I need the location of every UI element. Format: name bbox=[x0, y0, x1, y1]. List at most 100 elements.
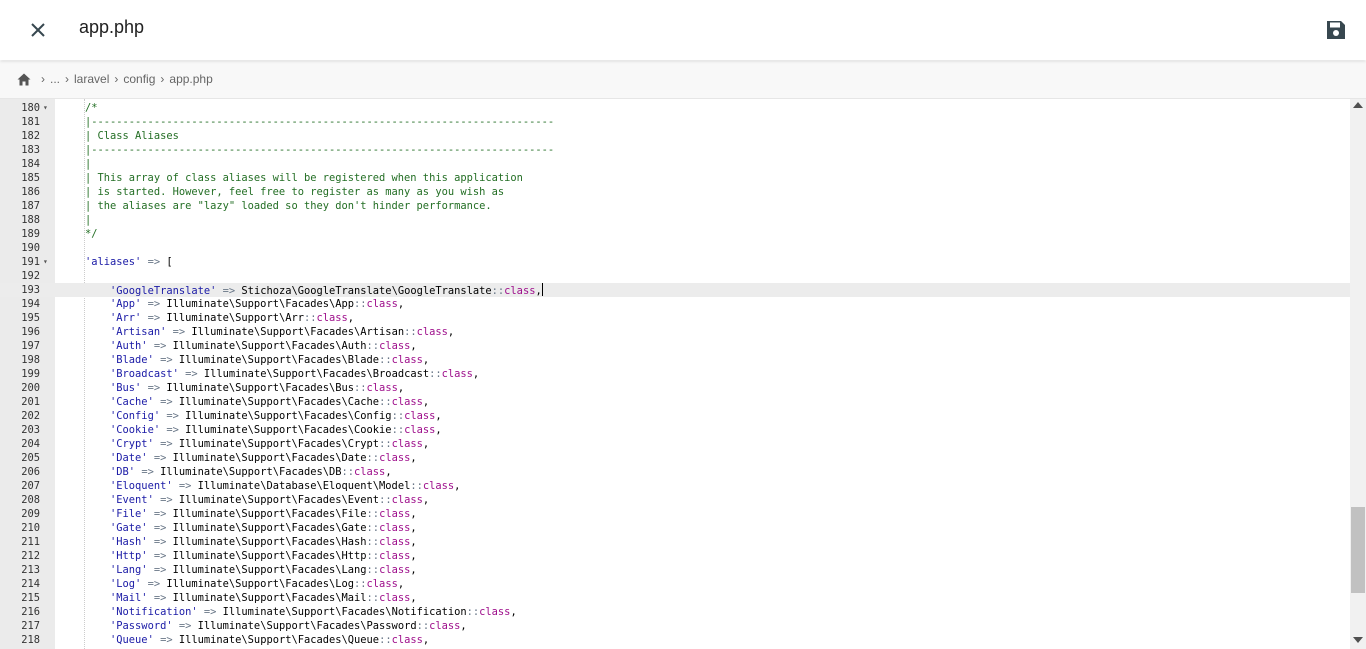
code-line[interactable]: 209 'File' => Illuminate\Support\Facades… bbox=[0, 507, 1350, 521]
code-text: 'Cache' => Illuminate\Support\Facades\Ca… bbox=[110, 396, 430, 408]
code-line[interactable]: 202 'Config' => Illuminate\Support\Facad… bbox=[0, 409, 1350, 423]
code-line[interactable]: 199 'Broadcast' => Illuminate\Support\Fa… bbox=[0, 367, 1350, 381]
line-number: 216 bbox=[21, 606, 40, 618]
close-button[interactable] bbox=[24, 16, 52, 44]
line-number: 215 bbox=[21, 592, 40, 604]
code-text: |---------------------------------------… bbox=[85, 116, 555, 128]
fold-arrow-icon[interactable]: ▾ bbox=[43, 255, 48, 269]
code-line[interactable]: 217 'Password' => Illuminate\Support\Fac… bbox=[0, 619, 1350, 633]
code-line[interactable]: 187 | the aliases are "lazy" loaded so th… bbox=[0, 199, 1350, 213]
code-line[interactable]: 186 | is started. However, feel free to r… bbox=[0, 185, 1350, 199]
line-number: 199 bbox=[21, 368, 40, 380]
scroll-down-arrow-icon[interactable] bbox=[1353, 637, 1363, 643]
breadcrumb-item[interactable]: laravel bbox=[74, 72, 109, 86]
code-line[interactable]: 188 | bbox=[0, 213, 1350, 227]
code-line[interactable]: 194 'App' => Illuminate\Support\Facades\… bbox=[0, 297, 1350, 311]
code-editor[interactable]: 180 ▾/* 181 |------------------------------… bbox=[0, 99, 1366, 649]
code-line[interactable]: 207 'Eloquent' => Illuminate\Database\El… bbox=[0, 479, 1350, 493]
code-line[interactable]: 197 'Auth' => Illuminate\Support\Facades… bbox=[0, 339, 1350, 353]
line-number: 184 bbox=[21, 158, 40, 170]
line-number: 207 bbox=[21, 480, 40, 492]
code-text: | bbox=[85, 214, 92, 226]
code-text: | Class Aliases bbox=[85, 130, 179, 142]
code-line[interactable]: 218 'Queue' => Illuminate\Support\Facade… bbox=[0, 633, 1350, 647]
breadcrumb-item[interactable]: app.php bbox=[169, 72, 212, 86]
fold-arrow-icon[interactable]: ▾ bbox=[43, 101, 48, 115]
line-number: 218 bbox=[21, 634, 40, 646]
line-number: 206 bbox=[21, 466, 40, 478]
code-text: | the aliases are "lazy" loaded so they … bbox=[85, 200, 492, 212]
breadcrumb-item[interactable]: config bbox=[123, 72, 155, 86]
code-line[interactable]: 200 'Bus' => Illuminate\Support\Facades\… bbox=[0, 381, 1350, 395]
code-text: /* bbox=[85, 102, 98, 114]
code-text: 'Eloquent' => Illuminate\Database\Eloque… bbox=[110, 480, 461, 492]
code-line[interactable]: 216 'Notification' => Illuminate\Support… bbox=[0, 605, 1350, 619]
line-number: 182 bbox=[21, 130, 40, 142]
code-line[interactable]: 180 ▾ /* bbox=[0, 101, 1350, 115]
code-line[interactable]: 210 'Gate' => Illuminate\Support\Facades… bbox=[0, 521, 1350, 535]
chevron-right-icon: › bbox=[41, 72, 45, 86]
file-title: app.php bbox=[79, 17, 145, 37]
code-line[interactable]: 192 bbox=[0, 269, 1350, 283]
code-line[interactable]: 215 'Mail' => Illuminate\Support\Facades… bbox=[0, 591, 1350, 605]
line-number: 185 bbox=[21, 172, 40, 184]
home-icon[interactable] bbox=[17, 73, 31, 86]
code-line[interactable]: 193 'GoogleTranslate' => Stichoza\Google… bbox=[0, 283, 1350, 297]
breadcrumb-item[interactable]: ... bbox=[50, 72, 60, 86]
line-number: 188 bbox=[21, 214, 40, 226]
line-number: 208 bbox=[21, 494, 40, 506]
breadcrumb: ›... › laravel › config › app.php bbox=[0, 61, 1366, 99]
scrollbar-thumb[interactable] bbox=[1351, 507, 1365, 593]
code-line[interactable]: 198 'Blade' => Illuminate\Support\Facade… bbox=[0, 353, 1350, 367]
line-number: 202 bbox=[21, 410, 40, 422]
save-button[interactable] bbox=[1324, 18, 1348, 42]
code-line[interactable]: 211 'Hash' => Illuminate\Support\Facades… bbox=[0, 535, 1350, 549]
code-text: 'File' => Illuminate\Support\Facades\Fil… bbox=[110, 508, 417, 520]
code-line[interactable]: 195 'Arr' => Illuminate\Support\Arr::cla… bbox=[0, 311, 1350, 325]
line-number: 211 bbox=[21, 536, 40, 548]
code-line[interactable]: 213 'Lang' => Illuminate\Support\Facades… bbox=[0, 563, 1350, 577]
code-text: 'App' => Illuminate\Support\Facades\App:… bbox=[110, 298, 405, 310]
code-line[interactable]: 208 'Event' => Illuminate\Support\Facade… bbox=[0, 493, 1350, 507]
code-text: 'Notification' => Illuminate\Support\Fac… bbox=[110, 606, 517, 618]
code-line[interactable]: 190 bbox=[0, 241, 1350, 255]
chevron-right-icon: › bbox=[114, 72, 119, 86]
code-line[interactable]: 201 'Cache' => Illuminate\Support\Facade… bbox=[0, 395, 1350, 409]
code-text: 'Auth' => Illuminate\Support\Facades\Aut… bbox=[110, 340, 417, 352]
line-number: 209 bbox=[21, 508, 40, 520]
code-line[interactable]: 204 'Crypt' => Illuminate\Support\Facade… bbox=[0, 437, 1350, 451]
scroll-up-arrow-icon[interactable] bbox=[1353, 102, 1363, 108]
line-number: 183 bbox=[21, 144, 40, 156]
code-line[interactable]: 212 'Http' => Illuminate\Support\Facades… bbox=[0, 549, 1350, 563]
line-number: 190 bbox=[21, 242, 40, 254]
code-text: |---------------------------------------… bbox=[85, 144, 555, 156]
line-number: 200 bbox=[21, 382, 40, 394]
code-text: 'Event' => Illuminate\Support\Facades\Ev… bbox=[110, 494, 430, 506]
code-line[interactable]: 181 |------------------------------------… bbox=[0, 115, 1350, 129]
line-number: 203 bbox=[21, 424, 40, 436]
code-text: | This array of class aliases will be re… bbox=[85, 172, 523, 184]
code-line[interactable]: 184 | bbox=[0, 157, 1350, 171]
code-line[interactable]: 203 'Cookie' => Illuminate\Support\Facad… bbox=[0, 423, 1350, 437]
code-text: 'GoogleTranslate' => Stichoza\GoogleTran… bbox=[110, 283, 543, 297]
chevron-right-icon: › bbox=[160, 72, 165, 86]
code-line[interactable]: 189 */ bbox=[0, 227, 1350, 241]
code-line[interactable]: 183 |------------------------------------… bbox=[0, 143, 1350, 157]
close-icon bbox=[31, 23, 45, 37]
code-line[interactable]: 185 | This array of class aliases will be… bbox=[0, 171, 1350, 185]
line-number: 192 bbox=[21, 270, 40, 282]
code-line[interactable]: 205 'Date' => Illuminate\Support\Facades… bbox=[0, 451, 1350, 465]
line-number: 196 bbox=[21, 326, 40, 338]
code-text: 'Lang' => Illuminate\Support\Facades\Lan… bbox=[110, 564, 417, 576]
line-number: 187 bbox=[21, 200, 40, 212]
code-line[interactable]: 206 'DB' => Illuminate\Support\Facades\D… bbox=[0, 465, 1350, 479]
code-line[interactable]: 214 'Log' => Illuminate\Support\Facades\… bbox=[0, 577, 1350, 591]
code-text: 'DB' => Illuminate\Support\Facades\DB::c… bbox=[110, 466, 392, 478]
line-number: 198 bbox=[21, 354, 40, 366]
code-line[interactable]: 182 | Class Aliases bbox=[0, 129, 1350, 143]
code-text: 'aliases' => [ bbox=[85, 256, 173, 268]
line-number: 194 bbox=[21, 298, 40, 310]
code-line[interactable]: 196 'Artisan' => Illuminate\Support\Faca… bbox=[0, 325, 1350, 339]
code-text: */ bbox=[85, 228, 98, 240]
code-line[interactable]: 191 ▾ 'aliases' => [ bbox=[0, 255, 1350, 269]
